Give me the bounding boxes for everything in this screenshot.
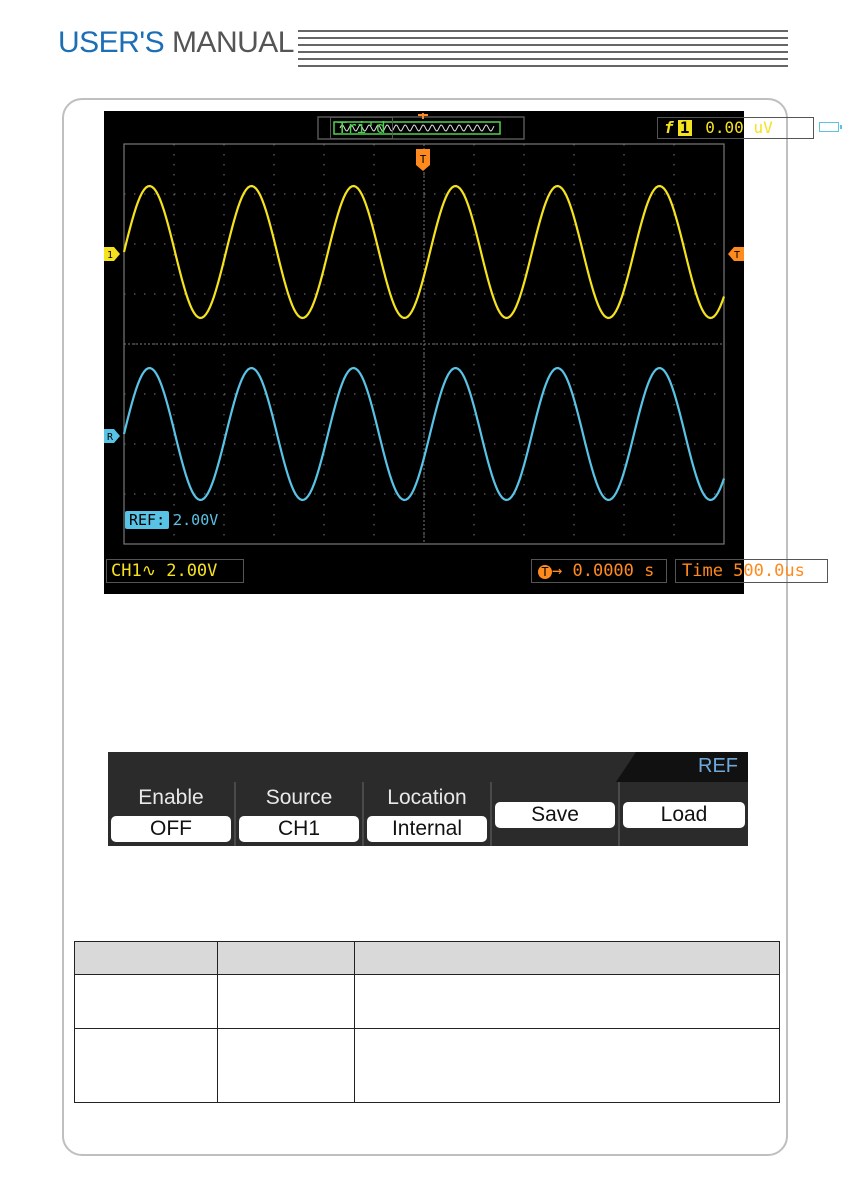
oscilloscope-screen: T 1 T R Tri'd f1 0.00 uV REF: 2.00V CH1∿ …	[104, 111, 842, 594]
table-header-cell	[74, 941, 218, 975]
ref-scale-label: REF: 2.00V	[125, 511, 218, 529]
trigger-level-marker-text: T	[734, 250, 740, 261]
description-table	[74, 941, 780, 1103]
ref-menu-title: REF	[698, 755, 738, 777]
table-row	[74, 1028, 780, 1103]
ref-scale: 2.00V	[173, 511, 219, 529]
menu-item-source[interactable]: Source CH1	[234, 782, 362, 846]
battery-icon	[819, 122, 842, 132]
table-row	[74, 974, 780, 1029]
ref-tag: REF:	[125, 511, 170, 529]
ref-marker-text: R	[107, 432, 114, 443]
header-title-users: USER'S	[58, 26, 165, 59]
ch1-scale: 2.00V	[166, 561, 218, 581]
table-cell	[74, 1028, 218, 1103]
trigger-channel: 1	[677, 120, 692, 136]
table-cell	[74, 974, 218, 1029]
table-cell	[217, 974, 355, 1029]
table-cell	[354, 974, 780, 1029]
menu-item-location[interactable]: Location Internal	[362, 782, 490, 846]
trigger-position: 0.0000 s	[572, 561, 655, 581]
trigger-position-readout: T → 0.0000 s	[531, 559, 667, 583]
trigger-marker-text: T	[420, 153, 427, 166]
menu-item-enable[interactable]: Enable OFF	[108, 782, 234, 846]
menu-item-label: Source	[265, 786, 333, 809]
manual-header: USER'S MANUAL	[58, 26, 294, 60]
trigger-offset-icon: T	[538, 565, 552, 579]
trigger-info: f1 0.00 uV	[657, 117, 814, 139]
trigger-edge-icon: f	[664, 118, 674, 137]
table-cell	[217, 1028, 355, 1103]
source-value[interactable]: CH1	[239, 816, 359, 842]
table-header-row	[74, 941, 780, 975]
header-rule-lines	[298, 30, 788, 67]
header-title-manual: MANUAL	[171, 26, 295, 59]
ch1-marker-text: 1	[107, 250, 113, 261]
load-button[interactable]: Load	[623, 802, 745, 828]
menu-item-label: Enable	[138, 786, 204, 809]
table-header-cell	[354, 941, 780, 975]
menu-item-save[interactable]: Save	[490, 782, 618, 846]
ac-wave-icon: ∿	[141, 561, 156, 581]
ref-menu-bar: REF Enable OFF Source CH1 Location Inter…	[108, 752, 748, 846]
menu-item-load[interactable]: Load	[618, 782, 748, 846]
location-value[interactable]: Internal	[367, 816, 487, 842]
trigger-status: Tri'd	[330, 117, 393, 139]
save-button[interactable]: Save	[495, 802, 615, 828]
ch1-label: CH1	[111, 561, 142, 581]
enable-value[interactable]: OFF	[111, 816, 231, 842]
trigger-level: 0.00 uV	[705, 118, 773, 137]
timebase-readout: Time 500.0us	[675, 559, 828, 583]
table-cell	[354, 1028, 780, 1103]
table-header-cell	[217, 941, 355, 975]
menu-item-label: Location	[387, 786, 467, 809]
ch1-info: CH1∿ 2.00V	[106, 559, 244, 583]
